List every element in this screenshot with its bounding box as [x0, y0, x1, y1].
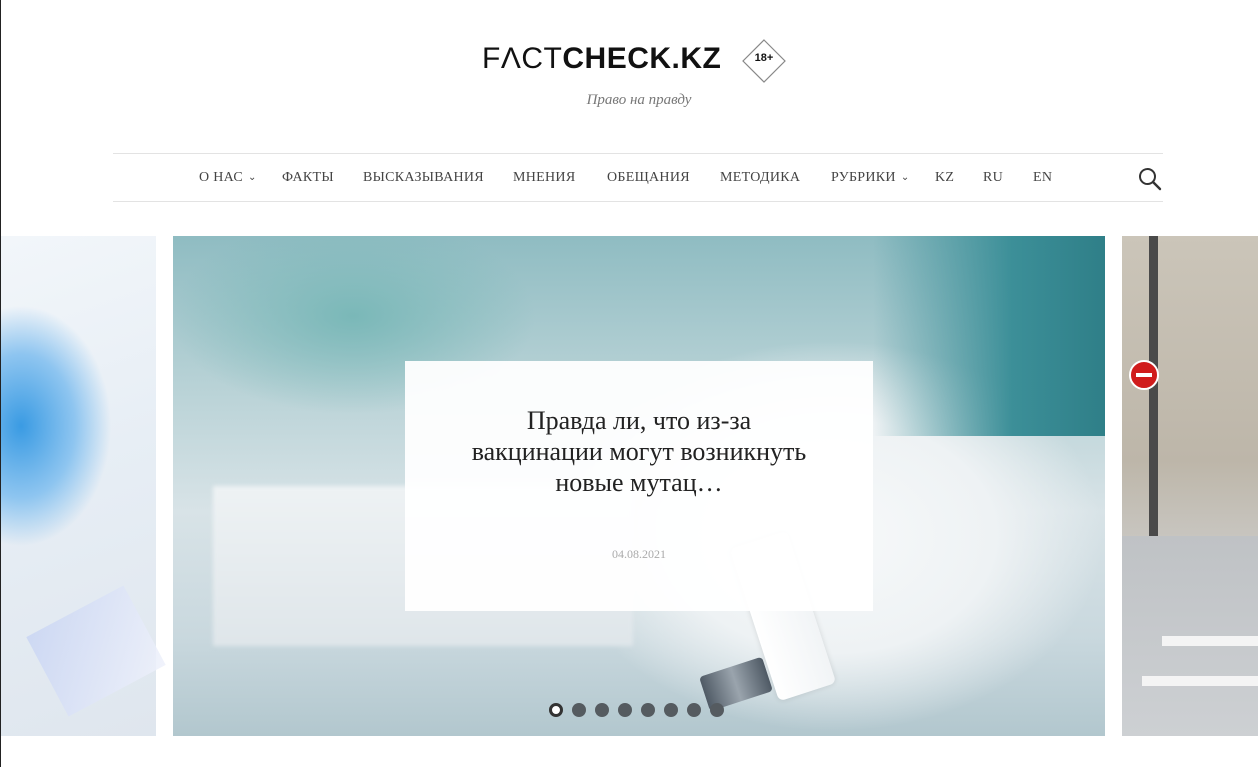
- nav-item-opinions[interactable]: МНЕНИЯ: [513, 170, 575, 186]
- nav-item-methodology[interactable]: МЕТОДИКА: [720, 170, 800, 186]
- slider-dot-2[interactable]: [572, 703, 586, 717]
- nav-item-label: О НАС: [199, 170, 243, 185]
- nav-item-statements[interactable]: ВЫСКАЗЫВАНИЯ: [363, 170, 484, 186]
- syringe-package-image: [26, 585, 166, 717]
- nav-item-label: МНЕНИЯ: [513, 170, 576, 185]
- search-button[interactable]: [1137, 166, 1163, 192]
- site-logo[interactable]: FΛCTCHECK.KZ: [482, 41, 721, 77]
- previous-slide-image[interactable]: [1, 236, 166, 736]
- site-tagline: Право на правду: [586, 92, 692, 108]
- slider-dot-1[interactable]: [549, 703, 563, 717]
- slide-caption-card: Правда ли, что из-за вакцинации могут во…: [405, 361, 873, 611]
- nav-item-lang-ru[interactable]: RU: [983, 170, 1003, 186]
- chevron-down-icon: ⌄: [247, 172, 257, 183]
- background-curtain-image: [873, 236, 1105, 436]
- nav-item-promises[interactable]: ОБЕЩАНИЯ: [607, 170, 690, 186]
- slider-dot-4[interactable]: [618, 703, 632, 717]
- main-nav: О НАС ⌄ ФАКТЫ ВЫСКАЗЫВАНИЯ МНЕНИЯ ОБЕЩАНИ…: [113, 153, 1163, 202]
- nav-item-rubrics[interactable]: РУБРИКИ ⌄: [831, 170, 910, 186]
- nav-item-facts[interactable]: ФАКТЫ: [282, 170, 334, 186]
- featured-slider[interactable]: Правда ли, что из-за вакцинации могут во…: [1, 236, 1258, 736]
- nav-item-label: EN: [1033, 170, 1053, 185]
- nav-item-lang-kz[interactable]: KZ: [935, 170, 954, 186]
- logo-part-fact: FΛCT: [482, 42, 563, 75]
- slider-dot-8[interactable]: [710, 703, 724, 717]
- slider-dot-5[interactable]: [641, 703, 655, 717]
- age-rating-label: 18+: [754, 52, 774, 64]
- slider-dot-7[interactable]: [687, 703, 701, 717]
- slide-date: 04.08.2021: [612, 547, 666, 561]
- nav-item-label: ВЫСКАЗЫВАНИЯ: [363, 170, 484, 185]
- nav-item-label: KZ: [935, 170, 955, 185]
- nav-item-label: РУБРИКИ: [831, 170, 896, 185]
- age-rating-badge: 18+: [742, 39, 786, 83]
- slide-title-link[interactable]: Правда ли, что из-за вакцинации могут во…: [465, 405, 813, 498]
- nav-item-label: ФАКТЫ: [282, 170, 334, 185]
- vaccine-vial-cap-image: [699, 656, 773, 712]
- nav-item-lang-en[interactable]: EN: [1033, 170, 1052, 186]
- chevron-down-icon: ⌄: [900, 172, 910, 183]
- nav-item-label: МЕТОДИКА: [720, 170, 801, 185]
- crosswalk-stripe: [1142, 676, 1258, 686]
- slider-dot-6[interactable]: [664, 703, 678, 717]
- site-header: FΛCTCHECK.KZ 18+: [1, 37, 1258, 83]
- search-icon: [1139, 168, 1162, 191]
- crosswalk-stripe: [1162, 636, 1258, 646]
- nav-item-label: RU: [983, 170, 1004, 185]
- no-entry-sign-icon: [1129, 360, 1159, 390]
- nav-item-about[interactable]: О НАС ⌄: [199, 170, 257, 186]
- slider-dot-3[interactable]: [595, 703, 609, 717]
- next-slide-image[interactable]: [1122, 236, 1258, 736]
- nav-item-label: ОБЕЩАНИЯ: [607, 170, 690, 185]
- logo-part-check: CHECK.KZ: [562, 42, 722, 75]
